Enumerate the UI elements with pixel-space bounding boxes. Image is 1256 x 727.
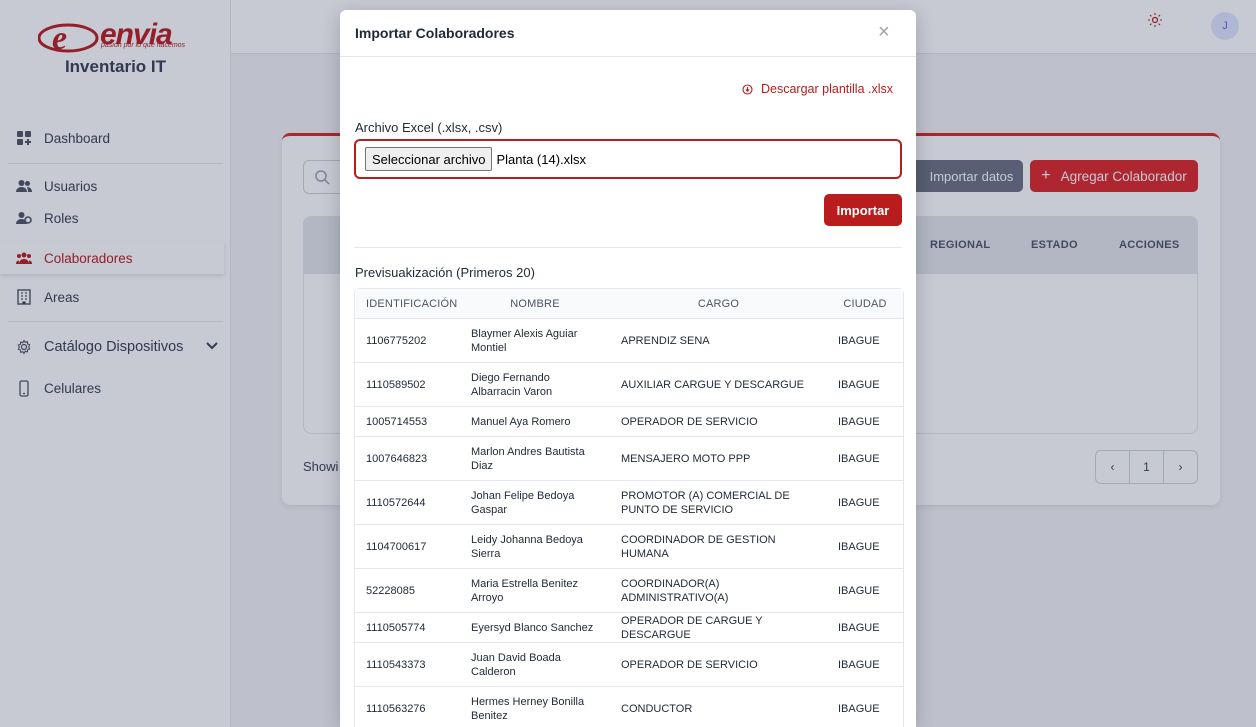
- modal-title: Importar Colaboradores: [355, 25, 515, 41]
- cell-name: Leidy Johanna Bedoya Sierra: [460, 525, 610, 569]
- cell-ciudad: IBAGUE: [827, 613, 903, 643]
- cell-ciudad: IBAGUE: [827, 525, 903, 569]
- cell-ciudad: IBAGUE: [827, 363, 903, 407]
- column-header-identificacion: IDENTIFICACIÓN: [355, 289, 460, 319]
- column-header-nombre: NOMBRE: [460, 289, 610, 319]
- cell-name: Eyersyd Blanco Sanchez: [460, 613, 610, 643]
- cell-id: 1110543373: [355, 643, 460, 687]
- table-row: 52228085 Maria Estrella Benitez Arroyo C…: [355, 569, 903, 613]
- column-header-ciudad: CIUDAD: [827, 289, 903, 319]
- cell-name: Hermes Herney Bonilla Benitez: [460, 687, 610, 727]
- table-row: 1110572644 Johan Felipe Bedoya Gaspar PR…: [355, 481, 903, 525]
- column-header-cargo: CARGO: [610, 289, 827, 319]
- choose-file-button[interactable]: Seleccionar archivo: [365, 147, 493, 171]
- cell-name: Marlon Andres Bautista Diaz: [460, 437, 610, 481]
- cell-id: 1110572644: [355, 481, 460, 525]
- table-row: 1104700617 Leidy Johanna Bedoya Sierra C…: [355, 525, 903, 569]
- selected-file-name: Planta (14).xlsx: [496, 151, 587, 167]
- cell-cargo: OPERADOR DE SERVICIO: [610, 407, 827, 437]
- import-modal: Importar Colaboradores × Descargar plant…: [340, 10, 916, 727]
- cell-cargo: CONDUCTOR: [610, 687, 827, 727]
- cell-ciudad: IBAGUE: [827, 319, 903, 363]
- import-button[interactable]: Importar: [824, 194, 902, 226]
- cell-name: Johan Felipe Bedoya Gaspar: [460, 481, 610, 525]
- table-header-row: IDENTIFICACIÓN NOMBRE CARGO CIUDAD: [355, 289, 903, 319]
- preview-table: IDENTIFICACIÓN NOMBRE CARGO CIUDAD 11067…: [354, 288, 904, 727]
- cell-ciudad: IBAGUE: [827, 569, 903, 613]
- table-row: 1110543373 Juan David Boada Calderon OPE…: [355, 643, 903, 687]
- cell-id: 1005714553: [355, 407, 460, 437]
- cell-ciudad: IBAGUE: [827, 407, 903, 437]
- download-template-label: Descargar plantilla .xlsx: [761, 82, 893, 96]
- table-row: 1110589502 Diego Fernando Albarracin Var…: [355, 363, 903, 407]
- file-input[interactable]: Seleccionar archivo Planta (14).xlsx: [354, 139, 902, 179]
- cell-name: Maria Estrella Benitez Arroyo: [460, 569, 610, 613]
- cell-name: Juan David Boada Calderon: [460, 643, 610, 687]
- cell-cargo: COORDINADOR DE GESTION HUMANA: [610, 525, 827, 569]
- modal-header: Importar Colaboradores ×: [340, 10, 916, 57]
- cell-cargo: OPERADOR DE SERVICIO: [610, 643, 827, 687]
- cell-id: 1110505774: [355, 613, 460, 643]
- close-icon[interactable]: ×: [878, 21, 890, 44]
- cell-name: Manuel Aya Romero: [460, 407, 610, 437]
- cell-ciudad: IBAGUE: [827, 437, 903, 481]
- cell-id: 1104700617: [355, 525, 460, 569]
- cell-id: 1110589502: [355, 363, 460, 407]
- modal-divider: [354, 247, 902, 248]
- table-row: 1005714553 Manuel Aya Romero OPERADOR DE…: [355, 407, 903, 437]
- table-row: 1007646823 Marlon Andres Bautista Diaz M…: [355, 437, 903, 481]
- download-template-link[interactable]: Descargar plantilla .xlsx: [742, 82, 893, 96]
- cell-cargo: MENSAJERO MOTO PPP: [610, 437, 827, 481]
- cell-name: Blaymer Alexis Aguiar Montiel: [460, 319, 610, 363]
- cell-id: 1110563276: [355, 687, 460, 727]
- cell-name: Diego Fernando Albarracin Varon: [460, 363, 610, 407]
- table-row: 1110505774 Eyersyd Blanco Sanchez OPERAD…: [355, 613, 903, 643]
- cell-cargo: COORDINADOR(A) ADMINISTRATIVO(A): [610, 569, 827, 613]
- cell-id: 1106775202: [355, 319, 460, 363]
- table-row: 1110563276 Hermes Herney Bonilla Benitez…: [355, 687, 903, 727]
- cell-ciudad: IBAGUE: [827, 687, 903, 727]
- cell-cargo: APRENDIZ SENA: [610, 319, 827, 363]
- table-row: 1106775202 Blaymer Alexis Aguiar Montiel…: [355, 319, 903, 363]
- file-field-label: Archivo Excel (.xlsx, .csv): [355, 120, 503, 135]
- cell-id: 1007646823: [355, 437, 460, 481]
- download-icon: [742, 83, 753, 95]
- cell-cargo: PROMOTOR (A) COMERCIAL DE PUNTO DE SERVI…: [610, 481, 827, 525]
- cell-ciudad: IBAGUE: [827, 481, 903, 525]
- preview-title: Previsuakización (Primeros 20): [355, 265, 535, 280]
- cell-id: 52228085: [355, 569, 460, 613]
- cell-ciudad: IBAGUE: [827, 643, 903, 687]
- cell-cargo: AUXILIAR CARGUE Y DESCARGUE: [610, 363, 827, 407]
- cell-cargo: OPERADOR DE CARGUE Y DESCARGUE: [610, 613, 827, 643]
